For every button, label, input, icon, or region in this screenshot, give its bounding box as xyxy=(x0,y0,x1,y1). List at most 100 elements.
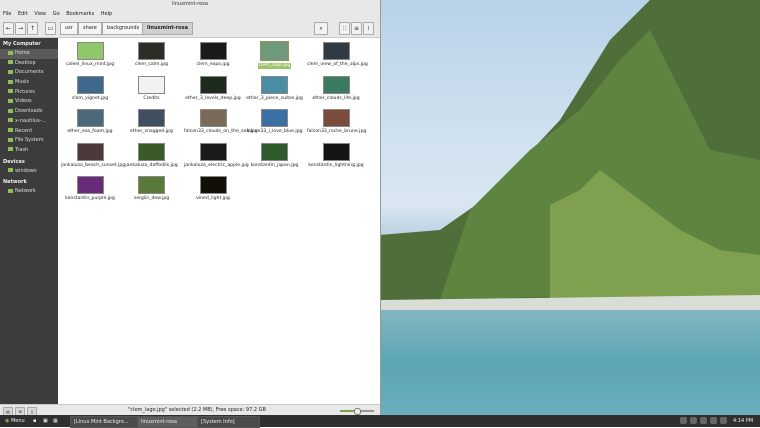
shield-icon[interactable] xyxy=(700,417,707,424)
file-thumbnail xyxy=(199,176,227,194)
file-item[interactable]: ether_clouds_life.jpg xyxy=(307,75,365,102)
grid-icon: ∷ xyxy=(342,25,347,32)
toggle-location-button[interactable]: ▭ xyxy=(45,22,56,35)
menu-view[interactable]: View xyxy=(34,11,46,17)
update-icon[interactable] xyxy=(680,417,687,424)
taskbar: ◉ Menu ▪ ▣ ▦ [Linux Mint Backgro... linu… xyxy=(0,415,760,428)
taskbar-window-3[interactable]: [System Info] xyxy=(197,416,260,428)
status-text: "clem_lago.jpg" selected (2.2 MB), Free … xyxy=(128,407,266,413)
file-item[interactable]: vined_light.jpg xyxy=(184,176,242,202)
sidebar-item-0-4[interactable]: Pictures xyxy=(0,88,58,98)
sidebar-item-0-1[interactable]: Desktop xyxy=(0,59,58,69)
file-item[interactable]: clem_expo.jpg xyxy=(184,42,242,68)
place-icon xyxy=(8,137,13,142)
file-item[interactable]: caleel_linux_mint.jpg xyxy=(61,42,119,68)
file-item[interactable]: ether_3_levels_deep.jpg xyxy=(184,75,242,102)
file-item[interactable]: jankaluza_daffodils.jpg xyxy=(123,142,181,169)
taskbar-window-1[interactable]: [Linux Mint Backgro... xyxy=(70,416,140,428)
breadcrumb-share[interactable]: share xyxy=(78,22,102,35)
file-name: falcon33_i_love_blue.jpg xyxy=(246,129,303,134)
file-item[interactable]: konstantin_purple.jpg xyxy=(61,176,119,202)
file-thumbnail xyxy=(199,142,227,161)
breadcrumb-usr[interactable]: usr xyxy=(60,22,78,35)
place-icon xyxy=(8,60,13,65)
file-name: jankaluza_daffodils.jpg xyxy=(125,162,178,168)
icon-view-button[interactable]: ∷ xyxy=(339,22,350,35)
sidebar-item-0-0[interactable]: Home xyxy=(0,49,58,59)
place-icon xyxy=(8,118,13,123)
file-item[interactable]: clem_vignet.jpg xyxy=(61,75,119,102)
menu-go[interactable]: Go xyxy=(53,11,60,17)
file-item[interactable]: falcon33_clouds_on_the_sea.jpg xyxy=(184,109,258,135)
zoom-handle[interactable] xyxy=(354,408,361,415)
forward-arrow-icon: → xyxy=(17,25,24,32)
file-name: jankaluza_electric_apple.jpg xyxy=(184,162,249,168)
menu-file[interactable]: File xyxy=(3,11,11,17)
toolbar: ← → ↑ ▭ usr share backgrounds linuxmint-… xyxy=(0,19,380,38)
place-icon xyxy=(8,188,13,193)
sidebar-item-0-7[interactable]: x-nautilus-... xyxy=(0,117,58,127)
sidebar-item-0-3[interactable]: Music xyxy=(0,78,58,88)
clock[interactable]: 4:14 PM xyxy=(730,416,756,426)
file-item[interactable]: Credits xyxy=(123,75,181,102)
menu-edit[interactable]: Edit xyxy=(18,11,28,17)
menu-button[interactable]: ◉ Menu xyxy=(2,416,28,426)
file-item[interactable]: jankaluza_electric_apple.jpg xyxy=(184,142,249,169)
file-item[interactable]: jankaluza_beach_sunset.jpg xyxy=(61,142,125,169)
file-name: konstantin_lightning.jpg xyxy=(308,162,364,168)
list-view-button[interactable]: ≡ xyxy=(351,22,362,35)
battery-icon[interactable] xyxy=(720,417,727,424)
sidebar-item-label: Home xyxy=(15,50,30,56)
back-button[interactable]: ← xyxy=(3,22,14,35)
file-name: konstantin_japan.jpg xyxy=(250,162,299,168)
file-thumbnail xyxy=(261,109,288,127)
file-name: vined_light.jpg xyxy=(196,196,230,201)
file-item[interactable]: ether_3_piece_suites.jpg xyxy=(246,75,304,102)
wallpaper-mountain xyxy=(380,0,760,310)
sidebar-item-0-9[interactable]: File System xyxy=(0,136,58,146)
file-item[interactable]: konstantin_lightning.jpg xyxy=(307,142,365,169)
taskbar-window-2[interactable]: linuxmint-rosa xyxy=(137,416,200,428)
file-item[interactable]: clem_lago.jpg xyxy=(246,41,304,69)
up-button[interactable]: ↑ xyxy=(27,22,38,35)
menu-bookmarks[interactable]: Bookmarks xyxy=(66,11,94,17)
file-item[interactable]: clem_calm.jpg xyxy=(123,42,181,68)
file-item[interactable]: falcon33_roche_brune.jpg xyxy=(307,109,366,135)
sidebar-item-1-0[interactable]: windows xyxy=(0,167,58,177)
sidebar-item-0-6[interactable]: Downloads xyxy=(0,107,58,117)
sidebar-item-label: Pictures xyxy=(15,88,35,95)
desktop-icon: ▪ xyxy=(33,418,37,424)
file-item[interactable]: sergiin_dew.jpg xyxy=(123,176,181,202)
compact-view-button[interactable]: ⁞ xyxy=(363,22,374,35)
file-item[interactable]: clem_view_of_the_alps.jpg xyxy=(307,42,368,68)
menu-help[interactable]: Help xyxy=(101,11,112,17)
sidebar-item-0-2[interactable]: Documents xyxy=(0,68,58,78)
network-icon[interactable] xyxy=(690,417,697,424)
search-button[interactable]: ⌕ xyxy=(314,22,328,35)
file-name: Credits xyxy=(143,95,160,101)
edit-location-icon: ▭ xyxy=(47,25,54,32)
file-item[interactable]: ether_snagged.jpg xyxy=(123,109,181,135)
forward-button[interactable]: → xyxy=(15,22,26,35)
sidebar-item-0-10[interactable]: Trash xyxy=(0,146,58,156)
up-arrow-icon: ↑ xyxy=(29,25,36,32)
place-icon xyxy=(8,89,13,94)
file-item[interactable]: falcon33_i_love_blue.jpg xyxy=(246,109,304,135)
zoom-slider[interactable] xyxy=(340,408,374,415)
mint-logo-icon: ◉ xyxy=(5,418,10,424)
files-launcher[interactable]: ▦ xyxy=(50,416,62,426)
file-item[interactable]: ether_sea_foam.jpg xyxy=(61,109,119,135)
sidebar-item-2-0[interactable]: Network xyxy=(0,187,58,197)
file-thumbnail xyxy=(76,75,104,94)
sidebar-item-0-5[interactable]: Videos xyxy=(0,97,58,107)
file-thumbnail xyxy=(260,41,289,61)
file-name: falcon33_clouds_on_the_sea.jpg xyxy=(184,129,258,134)
sidebar-section-1: Devices xyxy=(3,158,25,165)
volume-icon[interactable] xyxy=(710,417,717,424)
file-item[interactable]: konstantin_japan.jpg xyxy=(246,142,304,169)
place-icon xyxy=(8,108,13,113)
sidebar-item-0-8[interactable]: Recent xyxy=(0,127,58,137)
breadcrumb-linuxmint-rosa[interactable]: linuxmint-rosa xyxy=(142,22,193,35)
file-grid: caleel_linux_mint.jpg clem_calm.jpg clem_e… xyxy=(58,38,380,404)
breadcrumb-backgrounds[interactable]: backgrounds xyxy=(102,22,145,35)
